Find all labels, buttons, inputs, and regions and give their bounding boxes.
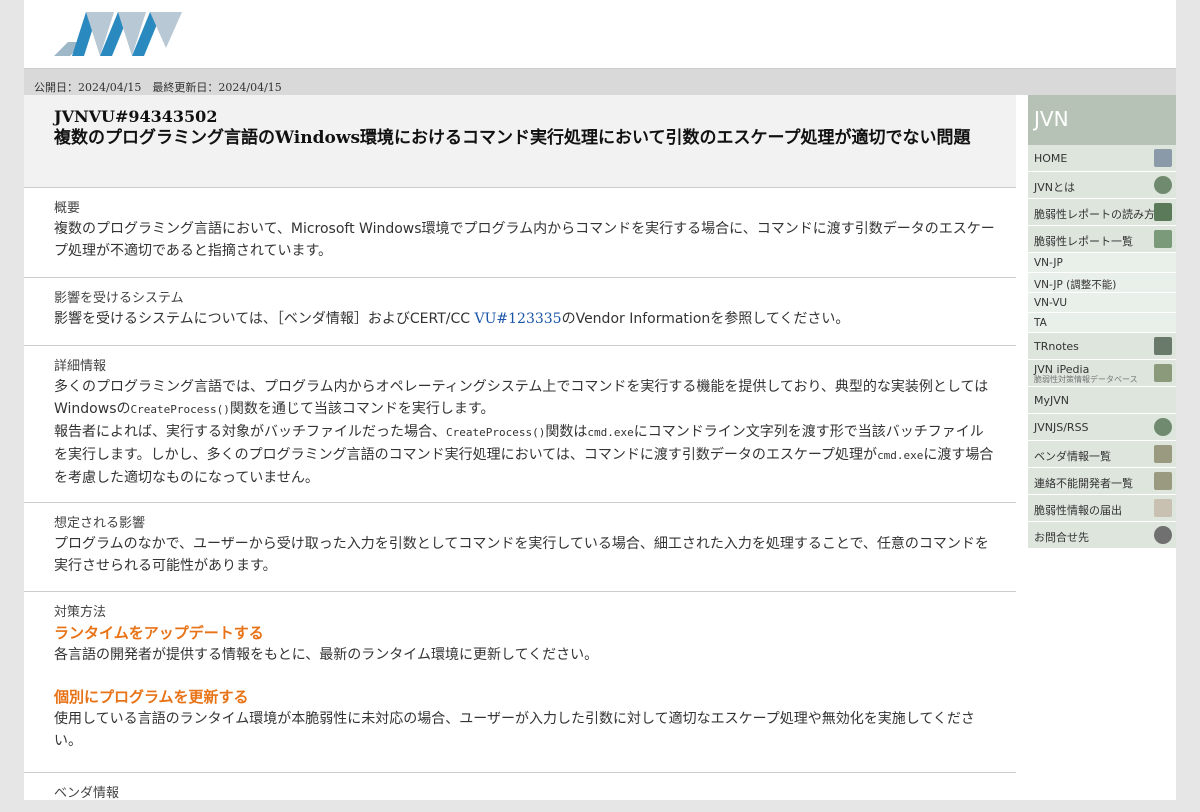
impact-section: 想定される影響 プログラムのなかで、ユーザーから受け取った入力を引数としてコマン… (24, 502, 1016, 591)
vendor-section: ベンダ情報 (24, 772, 1016, 812)
building-icon (1154, 149, 1172, 167)
affected-label: 影響を受けるシステム (54, 291, 184, 306)
sidebar-subitem-ta[interactable]: TA (1028, 313, 1176, 333)
jvn-logo-icon[interactable] (54, 12, 182, 56)
list-icon (1154, 230, 1172, 248)
publish-date-bar: 公開日：2024/04/15 最終更新日：2024/04/15 (24, 68, 1176, 95)
details-p2-b: 関数は (545, 424, 588, 440)
details-paragraph-1: 多くのプログラミング言語では、プログラム内からオペレーティングシステム上でコマン… (54, 376, 996, 421)
sidebar-item-about[interactable]: JVNとは (1028, 172, 1176, 199)
solution-section: 対策方法 ランタイムをアップデートする 各言語の開発者が提供する情報をもとに、最… (24, 591, 1016, 772)
overview-section: 概要 複数のプログラミング言語において、Microsoft Windows環境で… (24, 187, 1016, 277)
overview-text: 複数のプログラミング言語において、Microsoft Windows環境でプログ… (54, 221, 995, 259)
sidebar-item-label: お問合せ先 (1034, 531, 1089, 544)
vendor-label: ベンダ情報 (54, 786, 120, 801)
sidebar-item-home[interactable]: HOME (1028, 145, 1176, 172)
sidebar-subitem-label: VN-JP (1034, 257, 1063, 269)
sidebar-subitem-vn-jp-unreachable[interactable]: VN-JP (調整不能) (1028, 273, 1176, 293)
sidebar-item-jvnjs-rss[interactable]: JVNJS/RSS (1028, 414, 1176, 441)
sidebar-nav: JVN HOME JVNとは 脆弱性レポートの読み方 脆弱性レポート一覧 VN-… (1026, 95, 1176, 549)
site-header (24, 0, 1176, 68)
details-p1-code: CreateProcess() (130, 403, 230, 416)
impact-text: プログラムのなかで、ユーザーから受け取った入力を引数としてコマンドを実行している… (54, 536, 989, 574)
eye-icon (1154, 203, 1172, 221)
details-p2-code-3: cmd.exe (877, 449, 924, 462)
advisory-title: 複数のプログラミング言語のWindows環境におけるコマンド実行処理において引数… (54, 128, 971, 148)
sidebar-item-label: 脆弱性レポート一覧 (1034, 235, 1133, 248)
page: 公開日：2024/04/15 最終更新日：2024/04/15 JVNVU#94… (24, 0, 1176, 801)
hand-icon (1154, 472, 1172, 490)
hand-icon (1154, 445, 1172, 463)
sidebar-item-label: HOME (1034, 152, 1068, 165)
sidebar-subitem-vn-vu[interactable]: VN-VU (1028, 293, 1176, 313)
publish-dates: 公開日：2024/04/15 最終更新日：2024/04/15 (34, 81, 282, 94)
details-section: 詳細情報 多くのプログラミング言語では、プログラム内からオペレーティングシステム… (24, 345, 1016, 502)
sidebar-item-label: 脆弱性レポートの読み方 (1034, 208, 1155, 221)
details-paragraph-2: 報告者によれば、実行する対象がバッチファイルだった場合、CreateProces… (54, 421, 996, 489)
sidebar-item-unreachable-developers[interactable]: 連絡不能開発者一覧 (1028, 468, 1176, 495)
globe-icon (1154, 418, 1172, 436)
sidebar-subitem-label: VN-JP (調整不能) (1034, 279, 1117, 291)
advisory-title-box: JVNVU#94343502 複数のプログラミング言語のWindows環境におけ… (24, 95, 1016, 187)
sidebar-item-report-submission[interactable]: 脆弱性情報の届出 (1028, 495, 1176, 522)
advisory-id: JVNVU#94343502 (54, 107, 218, 126)
sidebar-subitem-label: TA (1034, 317, 1047, 329)
sidebar-item-vendor-list[interactable]: ベンダ情報一覧 (1028, 441, 1176, 468)
sidebar-item-label: JVNJS/RSS (1034, 421, 1089, 434)
sidebar-subitem-label: VN-VU (1034, 297, 1068, 309)
details-p2-code-2: cmd.exe (587, 426, 634, 439)
advisory-main: JVNVU#94343502 複数のプログラミング言語のWindows環境におけ… (24, 95, 1016, 812)
sidebar-title: JVN (1028, 95, 1176, 145)
details-p1-b: 関数を通じて当該コマンドを実行します。 (229, 401, 495, 417)
solution-text-update-program: 使用している言語のランタイム環境が本脆弱性に未対応の場合、ユーザーが入力した引数… (54, 711, 975, 749)
affected-text: 影響を受けるシステムについては、［ベンダ情報］およびCERT/CC VU#123… (54, 308, 996, 330)
pattern-icon (1154, 364, 1172, 382)
sidebar-item-trnotes[interactable]: TRnotes (1028, 333, 1176, 360)
affected-text-after: のVendor Informationを参照してください。 (561, 311, 850, 327)
solution-text-update-runtime: 各言語の開発者が提供する情報をもとに、最新のランタイム環境に更新してください。 (54, 647, 599, 663)
sidebar-subitem-vn-jp[interactable]: VN-JP (1028, 253, 1176, 273)
sidebar-item-label: 脆弱性情報の届出 (1034, 504, 1122, 517)
sidebar-item-label: TRnotes (1034, 340, 1079, 353)
globe-icon (1154, 176, 1172, 194)
sidebar-item-label: 連絡不能開発者一覧 (1034, 477, 1133, 490)
overview-label: 概要 (54, 201, 81, 216)
details-label: 詳細情報 (54, 359, 107, 374)
sidebar-item-label: JVNとは (1034, 181, 1075, 194)
sidebar-item-report-list[interactable]: 脆弱性レポート一覧 (1028, 226, 1176, 253)
sidebar-item-contact[interactable]: お問合せ先 (1028, 522, 1176, 549)
sidebar-item-myjvn[interactable]: MyJVN (1028, 387, 1176, 414)
impact-label: 想定される影響 (54, 516, 146, 531)
details-p2-a: 報告者によれば、実行する対象がバッチファイルだった場合、 (54, 424, 446, 440)
sidebar-item-label: ベンダ情報一覧 (1034, 450, 1111, 463)
contact-icon (1154, 526, 1172, 544)
solution-heading-update-runtime: ランタイムをアップデートする (54, 624, 264, 642)
solution-heading-update-program: 個別にプログラムを更新する (54, 688, 249, 706)
sidebar-item-label: MyJVN (1034, 394, 1069, 407)
sidebar-item-how-to-read[interactable]: 脆弱性レポートの読み方 (1028, 199, 1176, 226)
affected-text-before: 影響を受けるシステムについては、［ベンダ情報］およびCERT/CC (54, 311, 475, 327)
sidebar-item-jvn-ipedia[interactable]: JVN iPedia 脆弱性対策情報データベース (1028, 360, 1176, 387)
solution-label: 対策方法 (54, 605, 107, 620)
document-icon (1154, 499, 1172, 517)
pin-icon (1154, 337, 1172, 355)
certcc-vu-link[interactable]: VU#123335 (474, 311, 561, 327)
sidebar-item-sublabel: 脆弱性対策情報データベース (1034, 375, 1138, 384)
affected-section: 影響を受けるシステム 影響を受けるシステムについては、［ベンダ情報］およびCER… (24, 277, 1016, 345)
details-p2-code-1: CreateProcess() (446, 426, 546, 439)
